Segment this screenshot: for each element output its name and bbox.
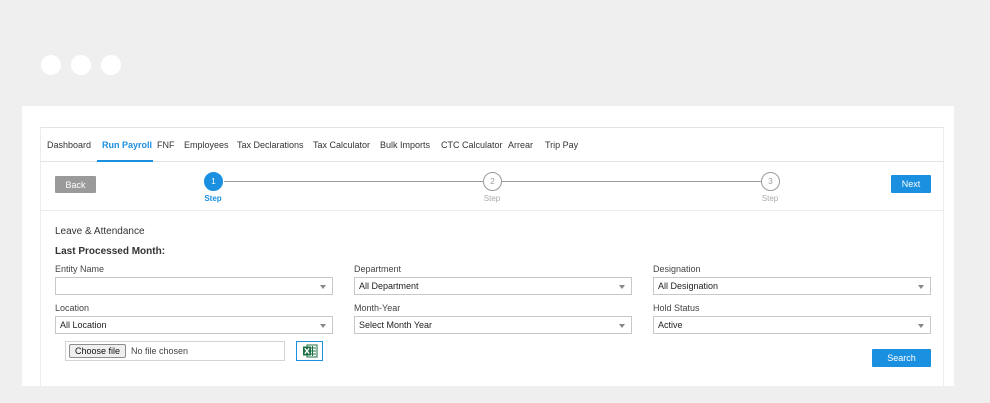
tab-tax-calculator[interactable]: Tax Calculator [313,140,370,150]
last-processed-month-label: Last Processed Month: [55,246,166,257]
app-window: Dashboard Run Payroll FNF Employees Tax … [22,106,954,386]
active-tab-indicator [97,160,153,162]
tab-run-payroll[interactable]: Run Payroll [102,140,152,150]
department-label: Department [354,264,402,274]
step-2-label: Step [483,194,501,203]
excel-export-button[interactable] [296,341,323,361]
step-connector-2-3 [502,181,761,182]
designation-select[interactable]: All Designation [653,277,931,295]
step-connector-1-2 [224,181,483,182]
tab-bulk-imports[interactable]: Bulk Imports [380,140,430,150]
back-button[interactable]: Back [55,176,96,193]
window-dot-2 [71,55,91,75]
window-dot-3 [101,55,121,75]
section-title: Leave & Attendance [55,226,145,237]
chevron-down-icon [619,324,625,328]
location-label: Location [55,303,90,313]
file-status: No file chosen [131,346,189,356]
step-3-label: Step [761,194,779,203]
chevron-down-icon [918,324,924,328]
month-year-select[interactable]: Select Month Year [354,316,632,334]
hold-status-label: Hold Status [653,303,700,313]
entity-name-label: Entity Name [55,264,105,274]
tab-dashboard[interactable]: Dashboard [47,140,91,150]
designation-label: Designation [653,264,701,274]
department-value: All Department [359,281,419,291]
nav-tabs: Dashboard Run Payroll FNF Employees Tax … [41,128,943,162]
tab-employees[interactable]: Employees [184,140,229,150]
tab-fnf[interactable]: FNF [157,140,175,150]
step-3-indicator[interactable]: 3 [761,172,780,191]
month-year-value: Select Month Year [359,320,433,330]
month-year-label: Month-Year [354,303,401,313]
step-1-indicator[interactable]: 1 [204,172,223,191]
chevron-down-icon [918,285,924,289]
next-button[interactable]: Next [891,175,931,193]
payroll-panel: Dashboard Run Payroll FNF Employees Tax … [40,127,944,386]
designation-value: All Designation [658,281,719,291]
location-select[interactable]: All Location [55,316,333,334]
file-upload-field: Choose file No file chosen [65,341,285,361]
tab-arrear[interactable]: Arrear [508,140,533,150]
hold-status-select[interactable]: Active [653,316,931,334]
location-value: All Location [60,320,107,330]
tab-trip-pay[interactable]: Trip Pay [545,140,578,150]
step-1-label: Step [204,194,222,203]
excel-icon [302,344,317,358]
tab-ctc-calculator[interactable]: CTC Calculator [441,140,503,150]
choose-file-button[interactable]: Choose file [69,344,127,358]
window-controls [41,55,121,75]
department-select[interactable]: All Department [354,277,632,295]
chevron-down-icon [619,285,625,289]
window-dot-1 [41,55,61,75]
chevron-down-icon [320,285,326,289]
chevron-down-icon [320,324,326,328]
search-button[interactable]: Search [872,349,931,367]
hold-status-value: Active [658,320,683,330]
step-2-indicator[interactable]: 2 [483,172,502,191]
entity-name-select[interactable] [55,277,333,295]
section-divider [41,210,943,211]
tab-tax-declarations[interactable]: Tax Declarations [237,140,304,150]
